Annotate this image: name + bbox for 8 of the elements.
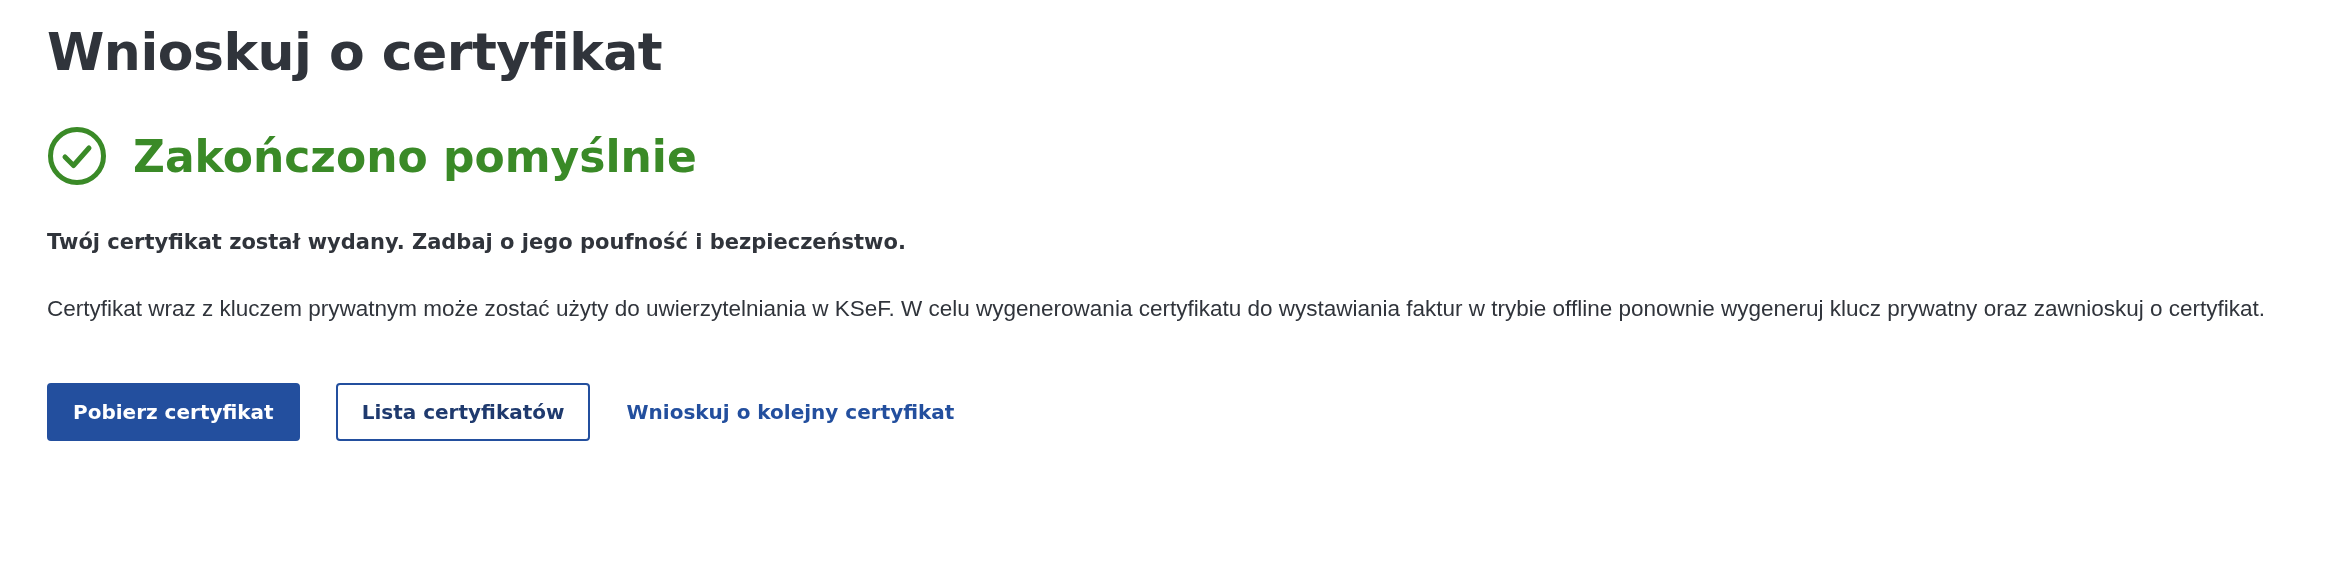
description-text: Certyfikat wraz z kluczem prywatnym może zostać użyty do uwierzytelniania w KSeF. W celu wygenerowania certyfikatu do wystawiania faktur w trybie offline ponownie wygeneruj klucz prywatny oraz zawnioskuj o certyfikat. xyxy=(47,295,2266,323)
check-circle-icon xyxy=(47,126,107,186)
download-button[interactable]: Pobierz certyfikat xyxy=(47,383,300,441)
page-title: Wnioskuj o certyfikat xyxy=(47,22,664,82)
list-button[interactable]: Lista certyfikatów xyxy=(335,383,591,441)
lead-text: Twój certyfikat został wydany. Zadbaj o jego poufność i bezpieczeństwo. xyxy=(47,230,907,254)
status-heading: Zakończono pomyślnie xyxy=(133,130,697,182)
request-link[interactable]: Wnioskuj o kolejny certyfikat xyxy=(626,400,955,424)
